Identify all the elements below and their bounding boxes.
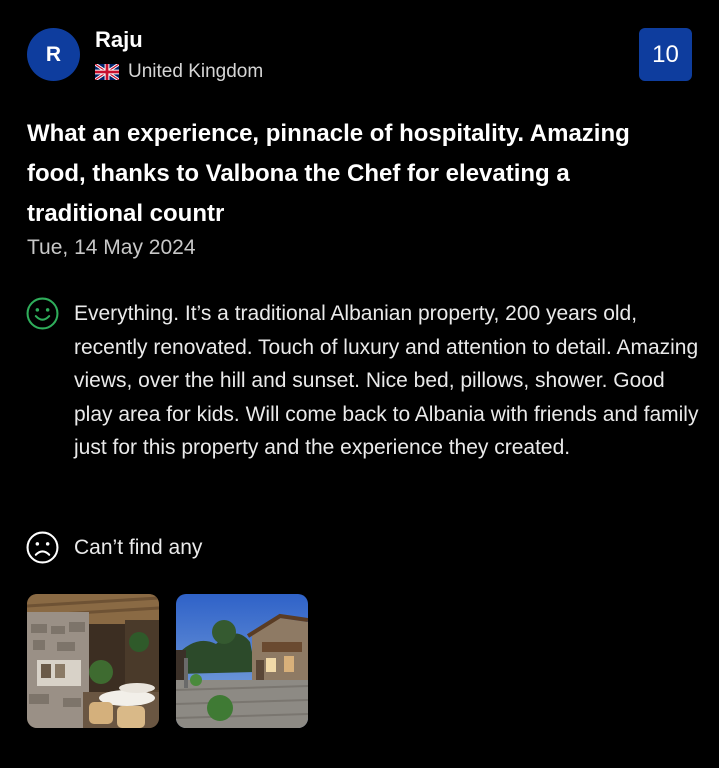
reviewer-country: United Kingdom (95, 60, 263, 84)
review-photo-exterior[interactable] (176, 594, 308, 728)
review-title: What an experience, pinnacle of hospital… (27, 120, 630, 227)
reviewer-name[interactable]: Raju (95, 27, 143, 53)
liked-section: Everything. It’s a traditional Albanian … (26, 297, 699, 465)
disliked-text: Can’t find any (74, 536, 203, 559)
smile-face-icon (26, 297, 59, 330)
score-badge: 10 (639, 28, 692, 81)
frown-face-icon (26, 531, 59, 564)
avatar: R (27, 28, 80, 81)
review-date: Tue, 14 May 2024 (27, 236, 196, 259)
review-photo-restaurant[interactable] (27, 594, 159, 728)
exterior-photo-image (176, 594, 308, 728)
restaurant-photo-image (27, 594, 159, 728)
disliked-section: Can’t find any (26, 531, 699, 565)
uk-flag-icon (95, 64, 119, 80)
country-name: United Kingdom (128, 61, 264, 82)
liked-text: Everything. It’s a traditional Albanian … (74, 302, 699, 459)
